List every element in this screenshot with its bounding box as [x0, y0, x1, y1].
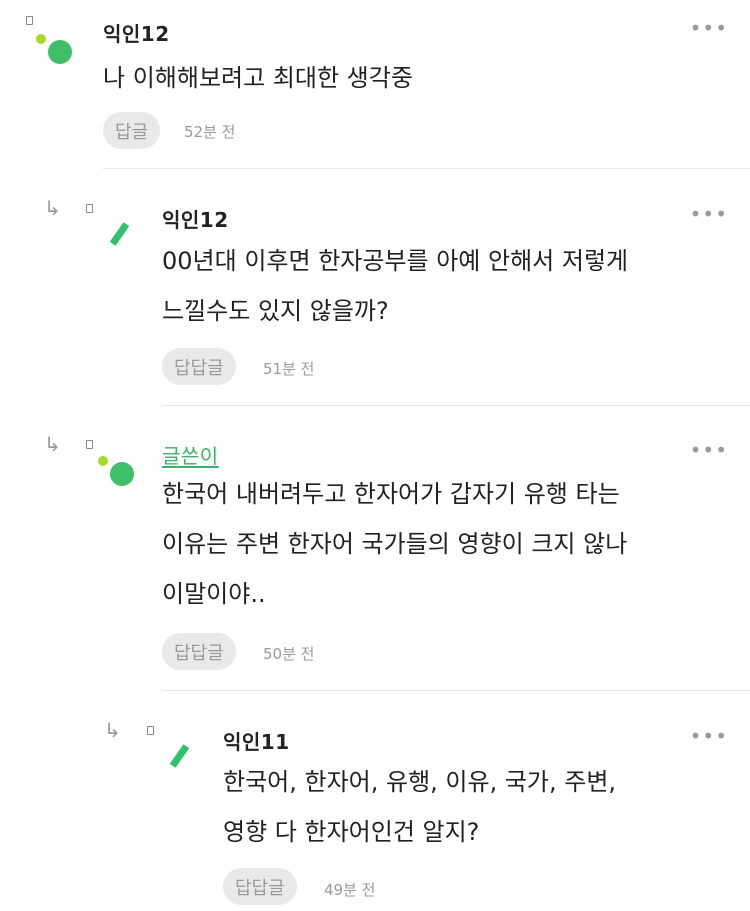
avatar[interactable] — [169, 744, 190, 768]
more-options-icon[interactable]: ••• — [690, 724, 728, 748]
author-name-op[interactable]: 글쓴이 — [162, 440, 219, 469]
reply-arrow-icon: ↳ — [104, 718, 121, 742]
comment-text: 00년대 이후면 한자공부를 아예 안해서 저렇게 느낄수도 있지 않을까? — [162, 243, 628, 329]
comment-line: 이말이야.. — [162, 580, 266, 608]
comment-line: 나 이해해보려고 최대한 생각중 — [103, 64, 413, 92]
comment-line: 00년대 이후면 한자공부를 아예 안해서 저렇게 — [162, 247, 629, 275]
comment-line: 느낄수도 있지 않을까? — [162, 297, 389, 325]
more-options-icon[interactable]: ••• — [690, 202, 728, 226]
level-badge-icon — [86, 440, 93, 449]
level-badge-icon — [86, 204, 93, 213]
reply-arrow-icon: ↳ — [44, 432, 61, 456]
timestamp: 49분 전 — [324, 881, 376, 899]
comment-line: 한국어 내버려두고 한자어가 갑자기 유행 타는 — [162, 480, 620, 508]
timestamp: 51분 전 — [263, 360, 315, 378]
reply-arrow-icon: ↳ — [44, 196, 61, 220]
timestamp: 50분 전 — [263, 645, 315, 663]
reply-button[interactable]: 답글 — [103, 112, 161, 149]
more-options-icon[interactable]: ••• — [690, 16, 728, 40]
reply-button[interactable]: 답답글 — [162, 348, 236, 385]
comment-text: 한국어 내버려두고 한자어가 갑자기 유행 타는 이유는 주변 한자어 국가들의… — [162, 476, 627, 612]
avatar-dot-small-icon — [98, 456, 108, 466]
author-name[interactable]: 익인11 — [223, 726, 290, 755]
comment-text: 한국어, 한자어, 유행, 이유, 국가, 주변, 영향 다 한자어인건 알지? — [223, 764, 616, 850]
comment-line: 한국어, 한자어, 유행, 이유, 국가, 주변, — [223, 768, 617, 796]
divider — [103, 168, 750, 169]
avatar-dot-small-icon — [36, 34, 46, 44]
level-badge-icon — [26, 16, 33, 25]
avatar[interactable] — [109, 222, 130, 246]
comment-text: 나 이해해보려고 최대한 생각중 — [103, 60, 413, 96]
divider — [162, 690, 750, 691]
comment-line: 영향 다 한자어인건 알지? — [223, 818, 480, 846]
author-name[interactable]: 익인12 — [162, 204, 229, 233]
level-badge-icon — [147, 726, 154, 735]
more-options-icon[interactable]: ••• — [690, 438, 728, 462]
timestamp: 52분 전 — [184, 123, 236, 141]
comment-line: 이유는 주변 한자어 국가들의 영향이 크지 않나 — [162, 530, 628, 558]
avatar[interactable] — [48, 40, 72, 64]
avatar[interactable] — [110, 462, 134, 486]
divider — [162, 405, 750, 406]
reply-button[interactable]: 답답글 — [223, 868, 297, 905]
author-name[interactable]: 익인12 — [103, 18, 170, 47]
reply-button[interactable]: 답답글 — [162, 633, 236, 670]
